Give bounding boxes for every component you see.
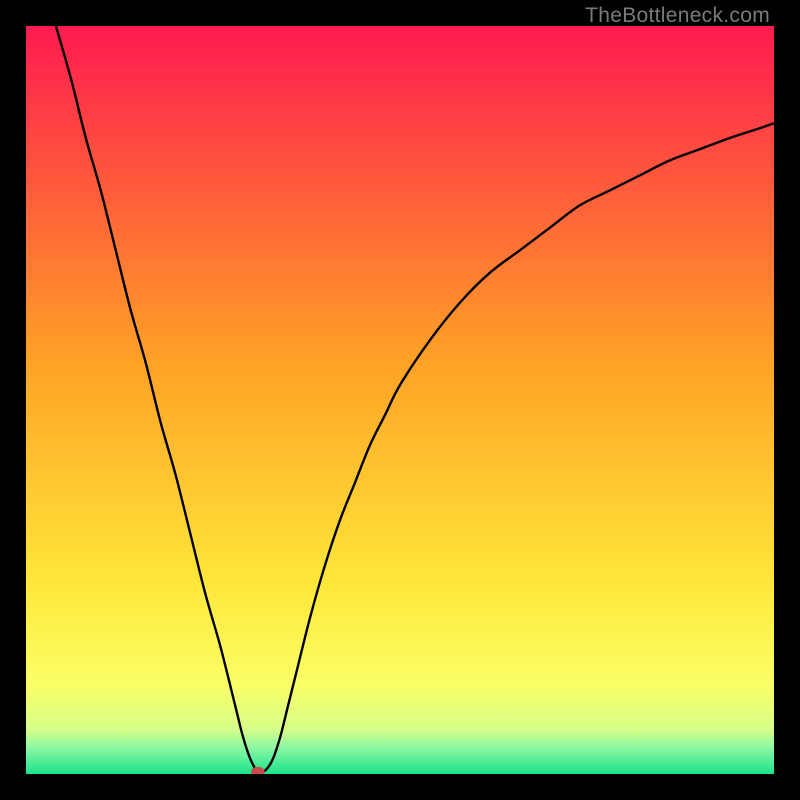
chart-frame: [26, 26, 774, 774]
bottleneck-chart: [26, 26, 774, 774]
chart-background: [26, 26, 774, 774]
watermark-label: TheBottleneck.com: [585, 4, 770, 28]
